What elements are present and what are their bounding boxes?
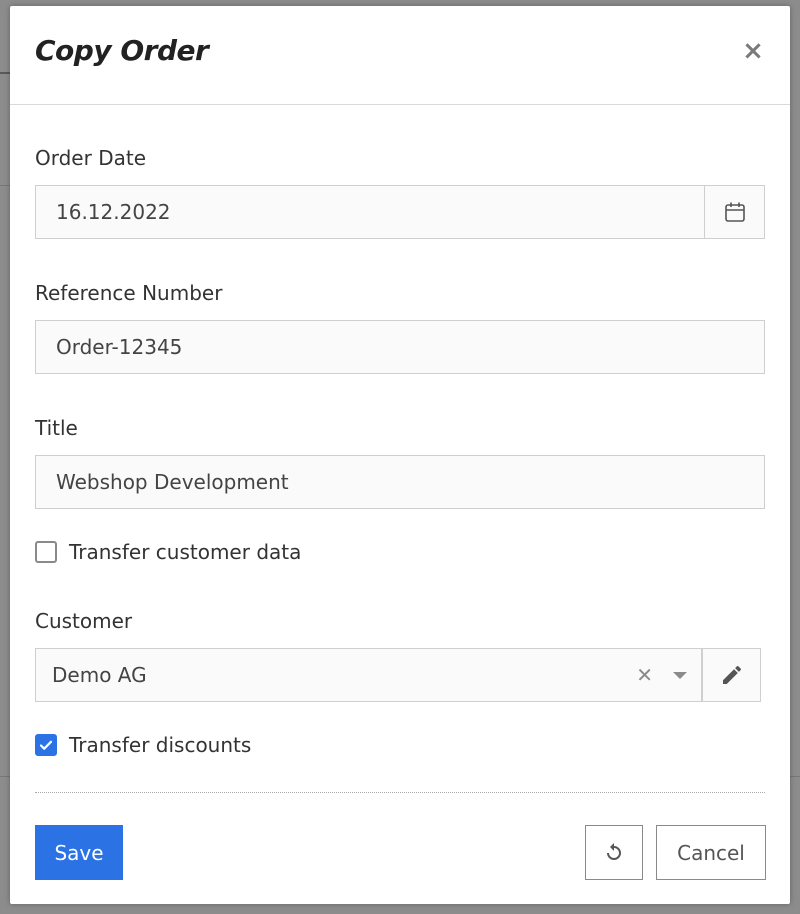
transfer-customer-checkbox[interactable]: [35, 541, 57, 563]
customer-label: Customer: [35, 609, 133, 633]
calendar-icon: [724, 202, 745, 222]
calendar-button[interactable]: [704, 186, 764, 238]
dialog-title: Copy Order: [35, 34, 209, 67]
title-value: Webshop Development: [56, 470, 289, 494]
edit-customer-button[interactable]: [702, 648, 761, 702]
close-icon: ×: [742, 36, 764, 66]
cancel-button[interactable]: Cancel: [656, 825, 766, 880]
copy-order-dialog: Copy Order × Order Date 16.12.2022 Refer…: [10, 6, 790, 904]
reset-button[interactable]: [585, 825, 643, 880]
dialog-header: Copy Order ×: [10, 6, 790, 105]
footer-divider: [35, 792, 765, 793]
transfer-discounts-row[interactable]: Transfer discounts: [35, 733, 251, 757]
close-button[interactable]: ×: [741, 36, 765, 66]
reference-number-label: Reference Number: [35, 281, 223, 305]
title-label: Title: [35, 416, 78, 440]
chevron-down-icon[interactable]: [673, 672, 687, 679]
title-input[interactable]: Webshop Development: [35, 455, 765, 509]
reset-icon: [607, 842, 621, 860]
backdrop-edge: [0, 776, 10, 777]
transfer-customer-label: Transfer customer data: [69, 540, 302, 564]
order-date-value: 16.12.2022: [56, 200, 171, 224]
order-date-field[interactable]: 16.12.2022: [35, 185, 765, 239]
clear-icon[interactable]: ✕: [636, 663, 653, 687]
backdrop-edge: [790, 776, 800, 777]
order-date-label: Order Date: [35, 146, 146, 170]
customer-value: Demo AG: [52, 663, 147, 687]
backdrop-edge: [0, 185, 10, 186]
transfer-discounts-checkbox[interactable]: [35, 734, 57, 756]
transfer-customer-row[interactable]: Transfer customer data: [35, 540, 301, 564]
transfer-discounts-label: Transfer discounts: [69, 733, 252, 757]
customer-select[interactable]: Demo AG ✕: [35, 648, 702, 702]
checkmark-icon: [39, 740, 53, 750]
save-button[interactable]: Save: [35, 825, 123, 880]
reference-number-value: Order-12345: [56, 335, 183, 359]
backdrop-edge: [0, 72, 10, 74]
reference-number-input[interactable]: Order-12345: [35, 320, 765, 374]
pencil-icon: [722, 665, 741, 684]
